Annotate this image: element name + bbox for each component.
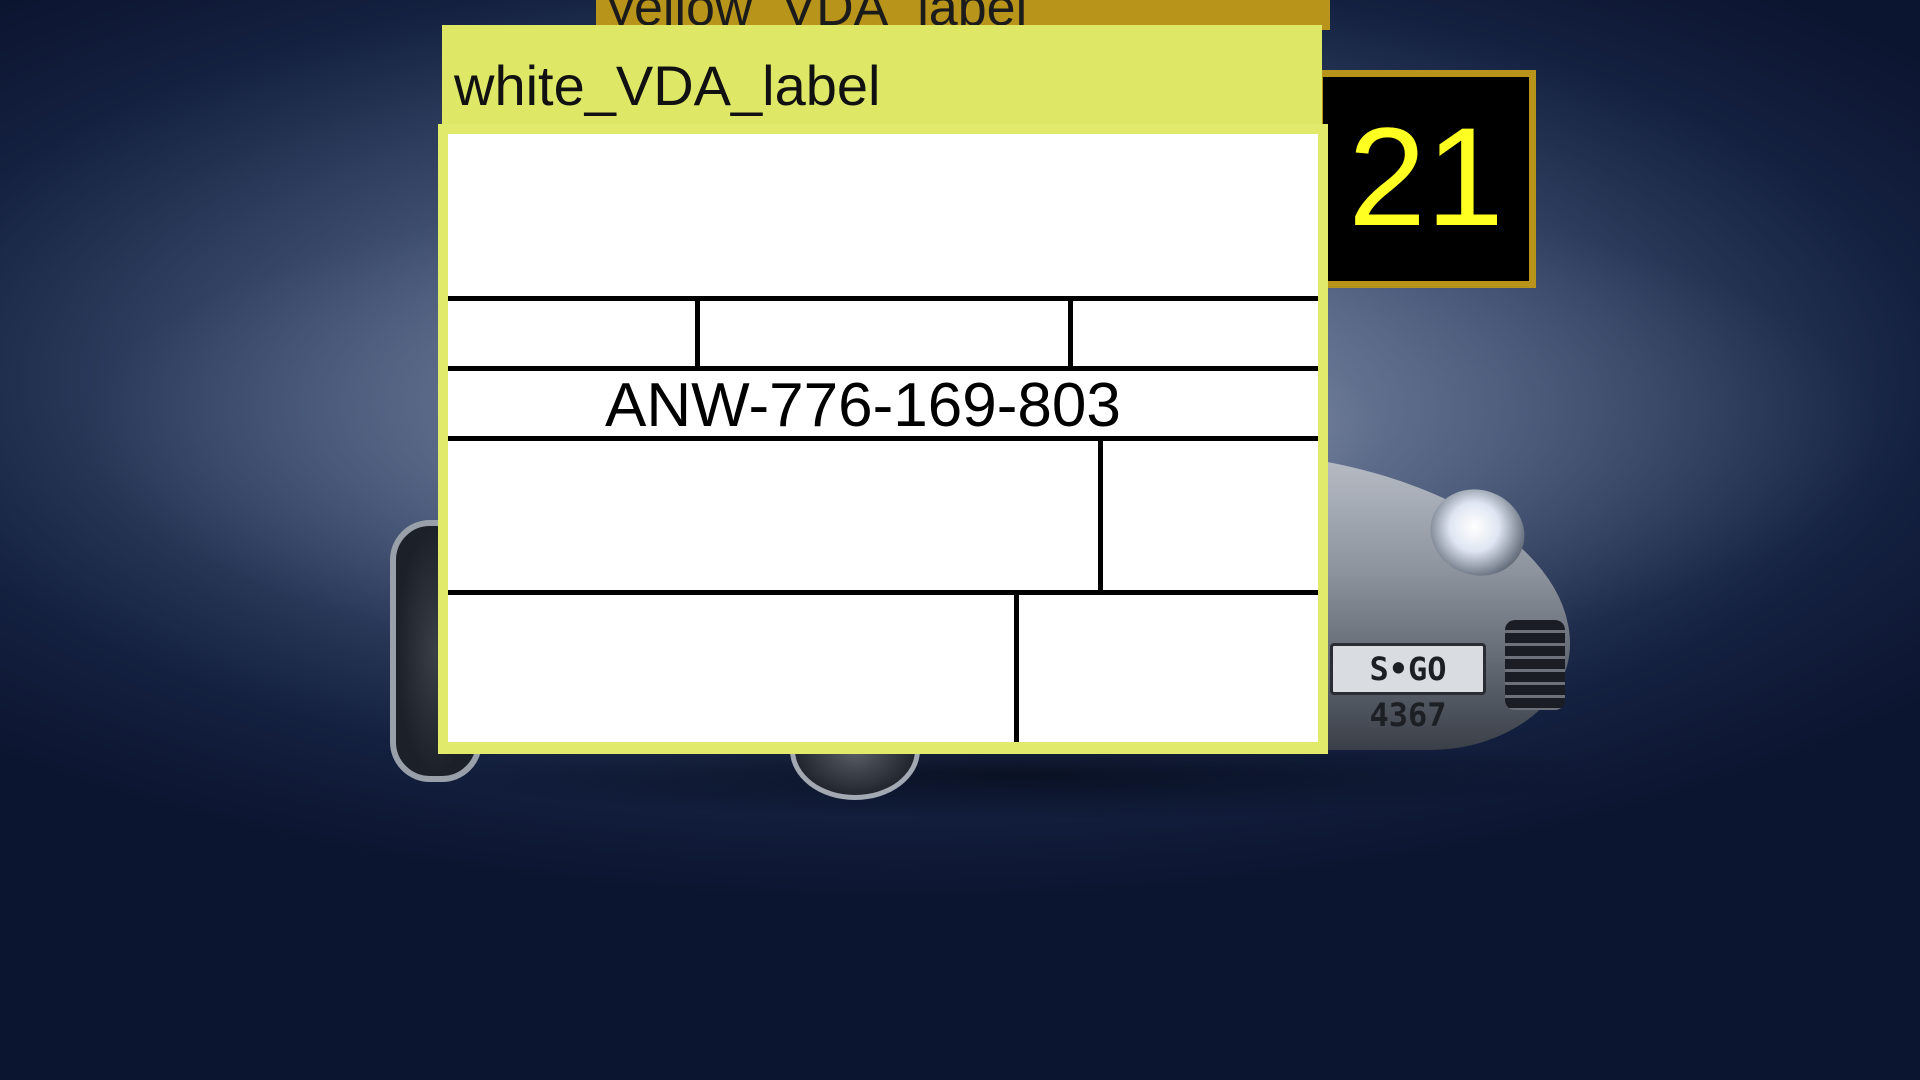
- label-divider-1: [448, 296, 1318, 301]
- label-cell-divider-4: [1014, 590, 1019, 742]
- count-badge: 21: [1316, 70, 1536, 288]
- label-code: ANW-776-169-803: [605, 371, 1121, 440]
- license-plate: S•GO 4367: [1330, 643, 1486, 734]
- white-vda-label-header[interactable]: white_VDA_label: [442, 25, 1322, 130]
- label-cell-divider-1: [695, 296, 700, 368]
- front-grille: [1505, 620, 1565, 710]
- white-vda-label-title: white_VDA_label: [454, 54, 881, 117]
- label-cell-divider-3: [1098, 436, 1103, 592]
- label-cell-divider-2: [1068, 296, 1073, 368]
- label-divider-4: [448, 590, 1318, 595]
